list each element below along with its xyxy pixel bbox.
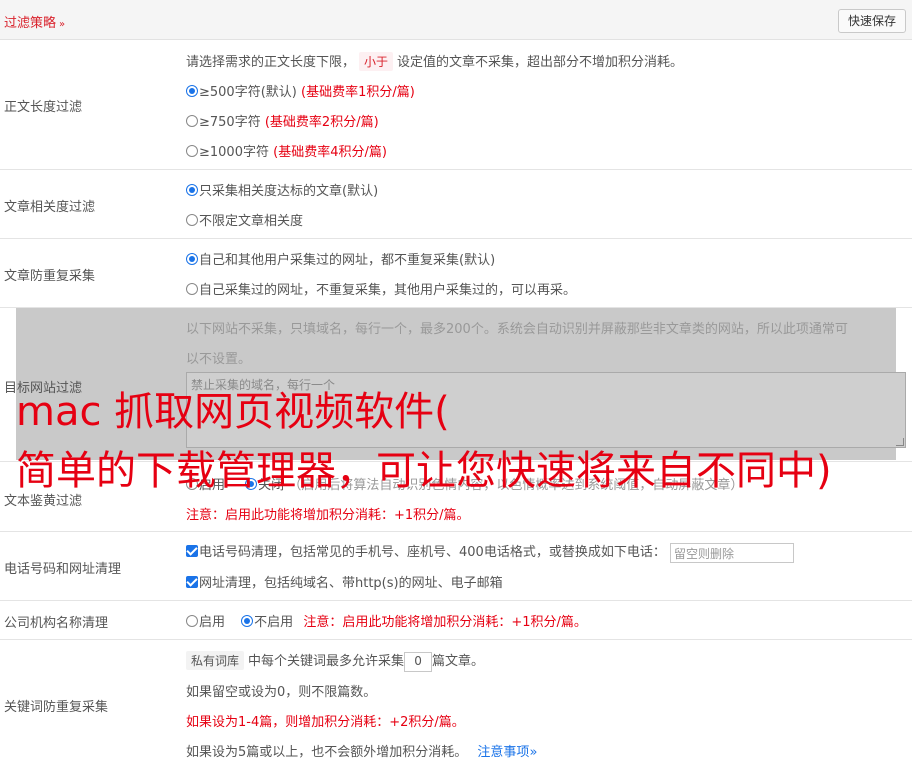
checkbox-checked[interactable]: [186, 576, 198, 588]
notes-link[interactable]: 注意事项»: [477, 745, 537, 760]
dedupe-option-self[interactable]: 自己采集过的网址，不重复采集，其他用户采集过的，可以再采。: [186, 279, 576, 298]
row-label: 文章相关度过滤: [4, 200, 96, 215]
filter-strategy-header: 过滤策略» 快速保存: [0, 0, 912, 40]
radio-button[interactable]: [186, 214, 198, 226]
keyword-line-3: 如果设为1-4篇，则增加积分消耗：+2积分/篇。: [186, 715, 465, 730]
row-keyword: 关键词防重复采集 私有词库 中每个关键词最多允许采集 0 篇文章。 如果留空或设为0，…: [0, 640, 912, 768]
chevron-down-icon: »: [59, 19, 66, 30]
radio-button[interactable]: [186, 253, 198, 265]
row-company: 公司机构名称清理 启用 不启用 注意：启用此功能将增加积分消耗：+1积分/篇。: [0, 601, 912, 640]
chevron-down-icon: »: [529, 745, 538, 760]
resize-grip-icon[interactable]: [896, 438, 904, 446]
radio-button[interactable]: [186, 615, 198, 627]
row-label: 正文长度过滤: [4, 100, 83, 115]
length-option-1000[interactable]: ≥1000字符 (基础费率4积分/篇): [186, 141, 387, 160]
row-relevance: 文章相关度过滤 只采集相关度达标的文章(默认) 不限定文章相关度: [0, 170, 912, 239]
company-options: 启用 不启用 注意：启用此功能将增加积分消耗：+1积分/篇。: [186, 611, 587, 630]
radio-button[interactable]: [186, 85, 198, 97]
watermark-line-2: 简单的下载管理器，可让您快速将来自不同中): [16, 448, 832, 494]
row-label: 关键词防重复采集: [4, 700, 109, 715]
radio-button[interactable]: [186, 283, 198, 295]
row-length-filter: 正文长度过滤 请选择需求的正文长度下限， 小于 设定值的文章不采集，超出部分不增加积…: [0, 40, 912, 170]
row-label: 文章防重复采集: [4, 269, 96, 284]
phone-cleanup-option[interactable]: 电话号码清理，包括常见的手机号、座机号、400电话格式，或替换成如下电话： 留空…: [186, 541, 794, 563]
less-than-tag: 小于: [359, 52, 394, 71]
relevance-option-any[interactable]: 不限定文章相关度: [186, 210, 303, 229]
replacement-phone-input[interactable]: 留空则删除: [669, 542, 794, 563]
row-label: 电话号码和网址清理: [4, 562, 122, 577]
private-lexicon-tag[interactable]: 私有词库: [186, 651, 245, 670]
section-title[interactable]: 过滤策略»: [4, 12, 65, 31]
length-option-500[interactable]: ≥500字符(默认) (基础费率1积分/篇): [186, 81, 415, 100]
row-label: 公司机构名称清理: [4, 616, 109, 631]
radio-button[interactable]: [186, 145, 198, 157]
radio-button[interactable]: [186, 184, 198, 196]
url-cleanup-option[interactable]: 网址清理，包括纯域名、带http(s)的网址、电子邮箱: [186, 572, 503, 591]
relevance-option-strict[interactable]: 只采集相关度达标的文章(默认): [186, 180, 378, 199]
length-description: 请选择需求的正文长度下限， 小于 设定值的文章不采集，超出部分不增加积分消耗。: [186, 51, 683, 71]
radio-button[interactable]: [241, 615, 254, 627]
keyword-line-2: 如果留空或设为0，则不限篇数。: [186, 685, 377, 700]
target-site-desc-1: 以下网站不采集，只填域名，每行一个，最多200个。系统会自动识别并屏蔽那些非文章…: [186, 322, 848, 337]
watermark-line-1: mac 抓取网页视频软件(: [16, 389, 450, 435]
dedupe-option-all[interactable]: 自己和其他用户采集过的网址，都不重复采集(默认): [186, 249, 495, 268]
keyword-limit-line: 私有词库 中每个关键词最多允许采集 0 篇文章。: [186, 650, 484, 672]
nsfw-note: 注意：启用此功能将增加积分消耗：+1积分/篇。: [186, 508, 470, 523]
row-dedupe: 文章防重复采集 自己和其他用户采集过的网址，都不重复采集(默认) 自己采集过的网…: [0, 239, 912, 308]
keyword-line-4: 如果设为5篇或以上，也不会额外增加积分消耗。 注意事项»: [186, 745, 538, 760]
quick-save-button[interactable]: 快速保存: [837, 9, 906, 33]
length-option-750[interactable]: ≥750字符 (基础费率2积分/篇): [186, 111, 379, 130]
target-site-desc-2: 以不设置。: [186, 352, 252, 367]
radio-button[interactable]: [186, 115, 198, 127]
keyword-limit-input[interactable]: 0: [404, 651, 433, 672]
checkbox-checked[interactable]: [186, 545, 198, 557]
row-phone-url: 电话号码和网址清理 电话号码清理，包括常见的手机号、座机号、400电话格式，或替…: [0, 532, 912, 601]
